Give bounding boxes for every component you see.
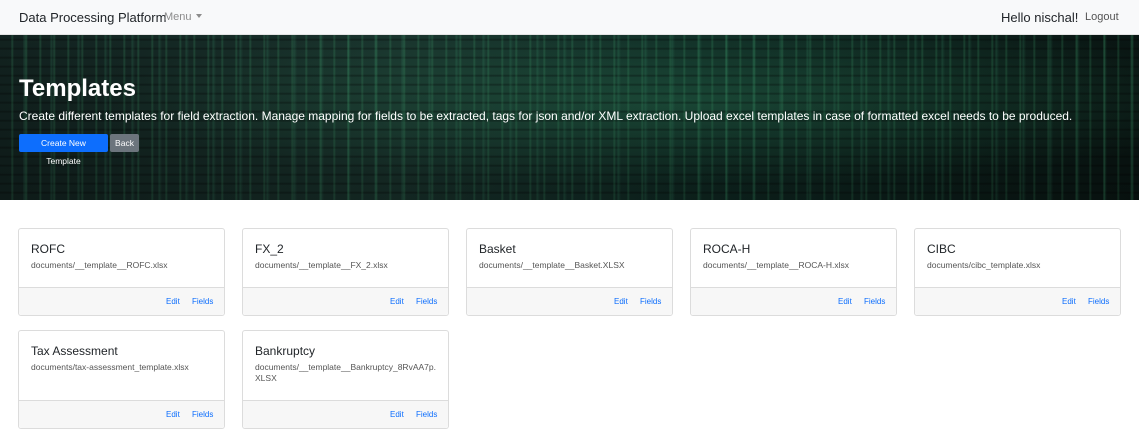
hero-banner: Templates Create different templates for… (0, 35, 1139, 200)
template-card: CIBC documents/cibc_template.xlsx Edit F… (914, 228, 1121, 316)
fields-link[interactable]: Fields (864, 297, 885, 306)
fields-link[interactable]: Fields (416, 297, 437, 306)
card-footer: Edit Fields (243, 287, 448, 315)
top-navbar: Data Processing Platform Menu Hello nisc… (0, 0, 1139, 35)
template-card: ROFC documents/__template__ROFC.xlsx Edi… (18, 228, 225, 316)
user-greeting: Hello nischal! (1001, 10, 1079, 25)
edit-link[interactable]: Edit (1062, 297, 1076, 306)
template-path: documents/tax-assessment_template.xlsx (31, 362, 189, 372)
page-description: Create different templates for field ext… (19, 109, 1073, 123)
template-path: documents/__template__Bankruptcy_8RvAA7p… (255, 362, 436, 383)
edit-link[interactable]: Edit (166, 297, 180, 306)
template-name: ROCA-H (703, 242, 751, 256)
card-footer: Edit Fields (243, 400, 448, 428)
card-footer: Edit Fields (915, 287, 1120, 315)
back-button[interactable]: Back (110, 134, 139, 152)
template-card: Bankruptcy documents/__template__Bankrup… (242, 330, 449, 429)
fields-link[interactable]: Fields (192, 410, 213, 419)
template-path: documents/cibc_template.xlsx (927, 260, 1041, 270)
caret-down-icon (195, 14, 202, 18)
template-name: Bankruptcy (255, 344, 316, 358)
template-path: documents/__template__Basket.XLSX (479, 260, 625, 270)
edit-link[interactable]: Edit (166, 410, 180, 419)
template-card: Basket documents/__template__Basket.XLSX… (466, 228, 673, 316)
template-card: FX_2 documents/__template__FX_2.xlsx Edi… (242, 228, 449, 316)
edit-link[interactable]: Edit (390, 410, 404, 419)
fields-link[interactable]: Fields (416, 410, 437, 419)
card-footer: Edit Fields (19, 400, 224, 428)
template-name: Basket (479, 242, 516, 256)
template-path: documents/__template__FX_2.xlsx (255, 260, 388, 270)
edit-link[interactable]: Edit (390, 297, 404, 306)
menu-label: Menu (164, 11, 192, 23)
fields-link[interactable]: Fields (1088, 297, 1109, 306)
template-path: documents/__template__ROFC.xlsx (31, 260, 168, 270)
card-footer: Edit Fields (19, 287, 224, 315)
page-title: Templates (19, 75, 136, 102)
template-card: ROCA-H documents/__template__ROCA-H.xlsx… (690, 228, 897, 316)
template-name: FX_2 (255, 242, 284, 256)
card-footer: Edit Fields (691, 287, 896, 315)
template-name: Tax Assessment (31, 344, 118, 358)
template-path: documents/__template__ROCA-H.xlsx (703, 260, 849, 270)
brand-link[interactable]: Data Processing Platform (19, 10, 166, 25)
logout-link[interactable]: Logout (1085, 11, 1119, 23)
template-name: ROFC (31, 242, 65, 256)
template-card: Tax Assessment documents/tax-assessment_… (18, 330, 225, 429)
menu-dropdown[interactable]: Menu (164, 11, 202, 23)
edit-link[interactable]: Edit (838, 297, 852, 306)
edit-link[interactable]: Edit (614, 297, 628, 306)
fields-link[interactable]: Fields (640, 297, 661, 306)
create-template-button[interactable]: Create New Template (19, 134, 108, 166)
fields-link[interactable]: Fields (192, 297, 213, 306)
card-footer: Edit Fields (467, 287, 672, 315)
template-name: CIBC (927, 242, 956, 256)
